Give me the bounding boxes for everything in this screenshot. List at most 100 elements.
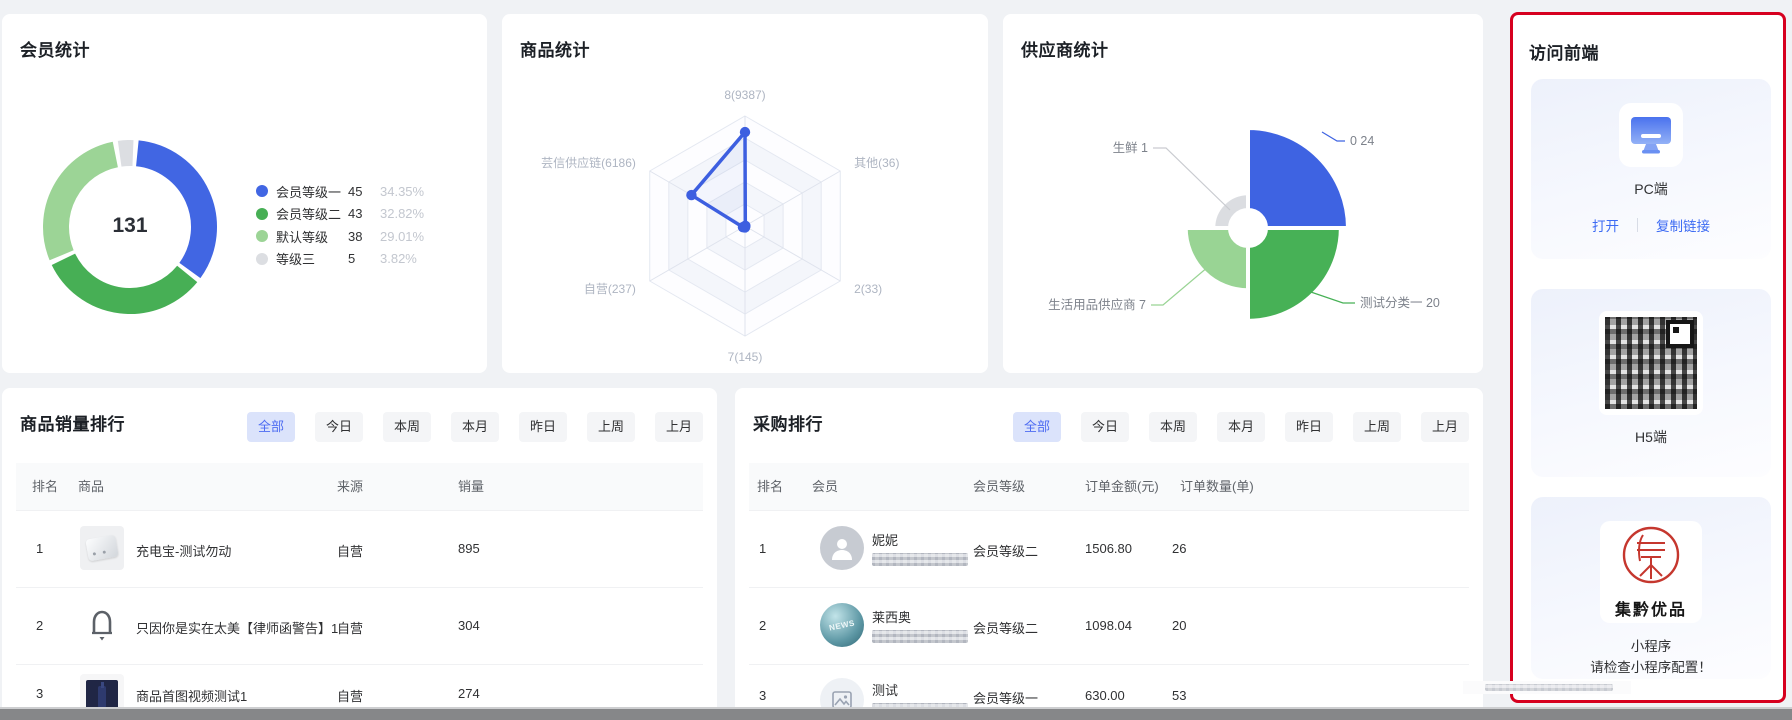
svg-text:生活用品供应商 7: 生活用品供应商 7 [1048,297,1146,312]
miniprogram-card: 集黔优品 小程序 请检查小程序配置！ [1531,497,1771,679]
svg-text:7(145): 7(145) [728,350,763,364]
open-link[interactable]: 打开 [1592,215,1619,235]
svg-text:自营(237): 自营(237) [584,282,636,296]
tab-last-month[interactable]: 上月 [655,412,703,442]
seal-logo-icon [1613,521,1689,595]
svg-text:其他(36): 其他(36) [854,156,899,170]
count-cell: 26 [1172,541,1186,556]
miniprogram-label: 小程序 请检查小程序配置！ [1531,637,1771,679]
svg-text:生鲜 1: 生鲜 1 [1113,141,1148,155]
legend-label: 默认等级 [276,227,348,246]
legend-dot [256,185,268,197]
sales-cell: 274 [458,686,480,701]
level-cell: 会员等级二 [973,618,1038,637]
amount-cell: 1506.80 [1085,541,1132,556]
source-cell: 自营 [337,686,363,705]
link-separator [1637,218,1638,232]
tab-this-week[interactable]: 本周 [383,412,431,442]
tab-today[interactable]: 今日 [315,412,363,442]
svg-text:测试分类一 20: 测试分类一 20 [1360,295,1440,310]
tab-this-week[interactable]: 本周 [1149,412,1197,442]
col-rank: 排名 [32,463,58,510]
monitor-icon [1629,115,1673,155]
avatar-photo: NEWS [820,603,864,647]
qr-finder-icon [1666,320,1694,348]
clipped-tooltip-artifact [1463,681,1631,694]
bell-icon [80,603,124,647]
member-stats-panel: 会员统计 131 会员等级一 45 34.35% 会员等级二 43 32.82%… [2,14,487,373]
col-amount: 订单金额(元) [1085,463,1159,510]
legend-percent: 29.01% [380,229,424,244]
tab-all[interactable]: 全部 [247,412,295,442]
member-name-block: 莱西奥 [872,607,968,643]
panel-title: 商品统计 [520,36,590,61]
product-name: 只因你是实在太美【律师函警告】1 [136,618,338,637]
col-sales: 销量 [458,463,484,510]
panel-title: 采购排行 [753,410,823,435]
svg-text:0 24: 0 24 [1350,134,1374,148]
legend-percent: 34.35% [380,184,424,199]
supplier-stats-panel: 0 24测试分类一 20生活用品供应商 7生鲜 1 供应商统计 [1003,14,1483,373]
sales-rank-tabs: 全部 今日 本周 本月 昨日 上周 上月 [247,412,703,442]
pc-card: PC端 打开 复制链接 [1531,79,1771,259]
member-name-block: 妮妮 [872,530,968,566]
tab-this-month[interactable]: 本月 [1217,412,1265,442]
row-divider [16,664,703,665]
member-name: 妮妮 [872,530,968,549]
legend-value: 43 [348,206,380,221]
sales-cell: 895 [458,541,480,556]
tab-yesterday[interactable]: 昨日 [519,412,567,442]
product-image-powerbank [80,526,124,570]
col-level: 会员等级 [973,463,1025,510]
dashboard: 会员统计 131 会员等级一 45 34.35% 会员等级二 43 32.82%… [0,0,1792,720]
col-source: 来源 [337,463,363,510]
table-header: 排名 会员 会员等级 订单金额(元) 订单数量(单) [749,463,1469,510]
tab-last-week[interactable]: 上周 [1353,412,1401,442]
svg-text:2(33): 2(33) [854,282,882,296]
sales-cell: 304 [458,618,480,633]
product-radar-chart: 8(9387)其他(36)2(33)7(145)自营(237)芸信供应链(618… [502,14,988,373]
tab-all[interactable]: 全部 [1013,412,1061,442]
masked-phone [872,630,968,643]
qr-code-box [1599,311,1703,415]
legend-label: 会员等级二 [276,204,348,223]
col-product: 商品 [78,463,104,510]
count-cell: 20 [1172,618,1186,633]
row-divider [749,510,1469,511]
legend-value: 5 [348,251,380,266]
miniprogram-logo-text: 集黔优品 [1600,596,1702,620]
tab-last-month[interactable]: 上月 [1421,412,1469,442]
svg-text:8(9387): 8(9387) [724,88,765,102]
legend-value: 45 [348,184,380,199]
count-cell: 53 [1172,688,1186,703]
amount-cell: 1098.04 [1085,618,1132,633]
h5-card: H5端 [1531,289,1771,477]
product-name: 商品首图视频测试1 [136,686,247,705]
source-cell: 自营 [337,541,363,560]
supplier-rose-chart: 0 24 测试分类一 20 生活用品供应商 7 生鲜 1 [1003,14,1483,373]
tab-last-week[interactable]: 上周 [587,412,635,442]
legend-item: 等级三 5 3.82% [256,248,424,271]
col-count: 订单数量(单) [1180,463,1254,510]
tab-today[interactable]: 今日 [1081,412,1129,442]
rank-cell: 2 [36,618,43,633]
tab-yesterday[interactable]: 昨日 [1285,412,1333,442]
member-legend: 会员等级一 45 34.35% 会员等级二 43 32.82% 默认等级 38 … [256,180,424,270]
product-image-bell [80,603,124,647]
frontend-access-panel: 访问前端 PC端 打开 复制链接 [1510,12,1786,703]
legend-percent: 3.82% [380,251,417,266]
level-cell: 会员等级一 [973,688,1038,707]
rank-cell: 3 [759,688,766,703]
col-member: 会员 [812,463,838,510]
avatar-text: NEWS [828,618,855,632]
level-cell: 会员等级二 [973,541,1038,560]
row-divider [749,587,1469,588]
tab-this-month[interactable]: 本月 [451,412,499,442]
amount-cell: 630.00 [1085,688,1125,703]
row-divider [16,587,703,588]
miniprogram-logo-box: 集黔优品 [1600,521,1702,623]
legend-dot [256,230,268,242]
legend-item: 会员等级一 45 34.35% [256,180,424,203]
horizontal-scrollbar[interactable] [0,707,1792,720]
copy-link[interactable]: 复制链接 [1656,215,1710,235]
